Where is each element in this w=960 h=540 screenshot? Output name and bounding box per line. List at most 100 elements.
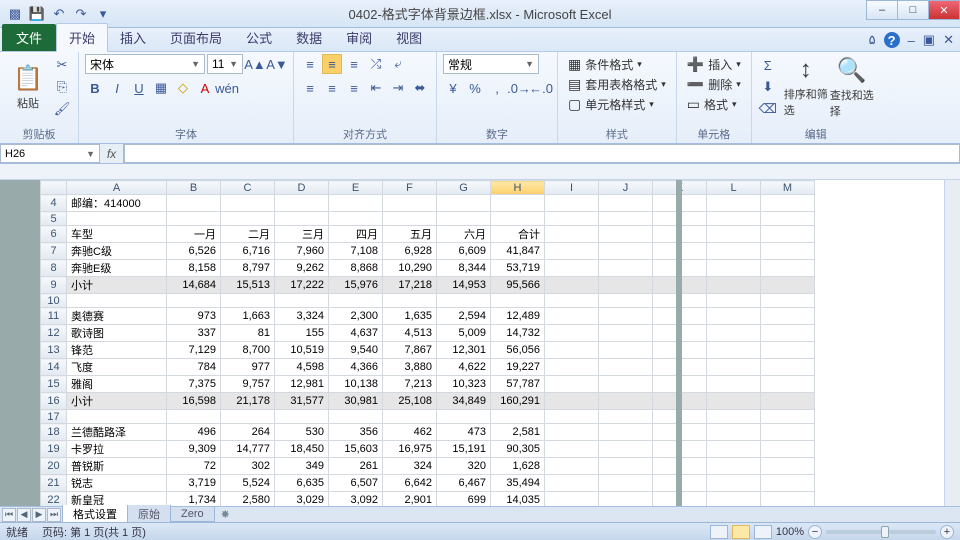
cell[interactable] bbox=[437, 195, 491, 212]
cell[interactable]: 3,092 bbox=[329, 492, 383, 507]
tab-page-layout[interactable]: 页面布局 bbox=[158, 24, 234, 51]
cell[interactable]: 奔驰C级 bbox=[67, 243, 167, 260]
cell[interactable] bbox=[545, 424, 599, 441]
autosum-icon[interactable]: Σ bbox=[758, 55, 778, 75]
cell[interactable] bbox=[545, 393, 599, 410]
cell[interactable]: 14,732 bbox=[491, 325, 545, 342]
cell[interactable] bbox=[707, 308, 761, 325]
cell[interactable]: 3,719 bbox=[167, 475, 221, 492]
cell[interactable] bbox=[545, 325, 599, 342]
sheet-tab-2[interactable]: Zero bbox=[170, 507, 215, 522]
cell[interactable]: 5,009 bbox=[437, 325, 491, 342]
cell[interactable]: 977 bbox=[221, 359, 275, 376]
cell[interactable] bbox=[67, 410, 167, 424]
cell[interactable] bbox=[545, 226, 599, 243]
cell[interactable] bbox=[707, 475, 761, 492]
cell[interactable]: 普锐斯 bbox=[67, 458, 167, 475]
cell[interactable]: 6,716 bbox=[221, 243, 275, 260]
cell[interactable] bbox=[599, 195, 653, 212]
cell[interactable] bbox=[167, 195, 221, 212]
cell[interactable]: 9,540 bbox=[329, 342, 383, 359]
row-header[interactable]: 12 bbox=[41, 325, 67, 342]
conditional-formatting-button[interactable]: ▦条件格式▾ bbox=[564, 54, 670, 74]
clear-icon[interactable]: ⌫ bbox=[758, 99, 778, 119]
cell[interactable]: 邮编：414000 bbox=[67, 195, 167, 212]
format-painter-icon[interactable]: 🖌 bbox=[52, 99, 72, 119]
wrap-text-button[interactable]: ⤶ bbox=[388, 54, 408, 74]
cell[interactable] bbox=[761, 325, 815, 342]
cell[interactable] bbox=[491, 410, 545, 424]
row-header[interactable]: 13 bbox=[41, 342, 67, 359]
cell[interactable] bbox=[761, 492, 815, 507]
cell[interactable]: 17,218 bbox=[383, 277, 437, 294]
cell[interactable]: 337 bbox=[167, 325, 221, 342]
zoom-out-button[interactable]: − bbox=[808, 525, 822, 539]
cell[interactable] bbox=[761, 441, 815, 458]
dec-decimal-icon[interactable]: ←.0 bbox=[531, 78, 551, 98]
cell[interactable]: 14,953 bbox=[437, 277, 491, 294]
cell[interactable]: 2,594 bbox=[437, 308, 491, 325]
cell[interactable]: 12,981 bbox=[275, 376, 329, 393]
cell[interactable] bbox=[761, 342, 815, 359]
cell-styles-button[interactable]: ▢单元格样式▾ bbox=[564, 94, 670, 114]
cell[interactable] bbox=[167, 410, 221, 424]
cell[interactable]: 六月 bbox=[437, 226, 491, 243]
zoom-slider[interactable] bbox=[826, 530, 936, 534]
cell[interactable]: 12,489 bbox=[491, 308, 545, 325]
cell[interactable] bbox=[437, 410, 491, 424]
cell[interactable] bbox=[221, 294, 275, 308]
cell[interactable] bbox=[545, 294, 599, 308]
row-header[interactable]: 14 bbox=[41, 359, 67, 376]
cell[interactable] bbox=[545, 475, 599, 492]
cell[interactable] bbox=[275, 294, 329, 308]
cell[interactable]: 8,158 bbox=[167, 260, 221, 277]
vertical-scrollbar[interactable] bbox=[944, 180, 960, 506]
indent-dec-icon[interactable]: ⇤ bbox=[366, 78, 386, 98]
cell[interactable] bbox=[599, 458, 653, 475]
cell[interactable]: 462 bbox=[383, 424, 437, 441]
view-normal-button[interactable] bbox=[710, 525, 728, 539]
cell[interactable]: 349 bbox=[275, 458, 329, 475]
cell[interactable]: 小计 bbox=[67, 393, 167, 410]
cell[interactable] bbox=[545, 410, 599, 424]
cell[interactable]: 2,581 bbox=[491, 424, 545, 441]
cell[interactable]: 320 bbox=[437, 458, 491, 475]
cell[interactable]: 15,513 bbox=[221, 277, 275, 294]
cell[interactable]: 16,975 bbox=[383, 441, 437, 458]
align-middle-icon[interactable]: ≡ bbox=[322, 54, 342, 74]
cell[interactable] bbox=[707, 424, 761, 441]
new-sheet-icon[interactable]: ✸ bbox=[215, 508, 236, 521]
cell[interactable] bbox=[491, 195, 545, 212]
cell[interactable]: 6,928 bbox=[383, 243, 437, 260]
row-header[interactable]: 9 bbox=[41, 277, 67, 294]
cell[interactable]: 7,213 bbox=[383, 376, 437, 393]
cell[interactable]: 15,191 bbox=[437, 441, 491, 458]
cell[interactable]: 2,901 bbox=[383, 492, 437, 507]
save-icon[interactable]: 💾 bbox=[28, 5, 46, 23]
cell[interactable] bbox=[707, 393, 761, 410]
cell[interactable]: 30,981 bbox=[329, 393, 383, 410]
cell[interactable] bbox=[329, 410, 383, 424]
cell[interactable] bbox=[599, 226, 653, 243]
cell[interactable]: 8,797 bbox=[221, 260, 275, 277]
cell[interactable] bbox=[545, 260, 599, 277]
cell[interactable]: 18,450 bbox=[275, 441, 329, 458]
row-header[interactable]: 11 bbox=[41, 308, 67, 325]
cell[interactable]: 10,290 bbox=[383, 260, 437, 277]
row-header[interactable]: 20 bbox=[41, 458, 67, 475]
cell[interactable]: 7,867 bbox=[383, 342, 437, 359]
row-header[interactable]: 6 bbox=[41, 226, 67, 243]
cell[interactable] bbox=[545, 458, 599, 475]
cell[interactable]: 72 bbox=[167, 458, 221, 475]
cell[interactable] bbox=[707, 277, 761, 294]
cell[interactable] bbox=[383, 410, 437, 424]
cell[interactable] bbox=[437, 294, 491, 308]
cell[interactable] bbox=[707, 458, 761, 475]
cell[interactable] bbox=[275, 410, 329, 424]
cell[interactable] bbox=[707, 294, 761, 308]
cell[interactable]: 10,138 bbox=[329, 376, 383, 393]
cell[interactable]: 90,305 bbox=[491, 441, 545, 458]
find-select-button[interactable]: 🔍查找和选择 bbox=[830, 54, 874, 120]
cell[interactable]: 15,603 bbox=[329, 441, 383, 458]
cell[interactable] bbox=[329, 212, 383, 226]
